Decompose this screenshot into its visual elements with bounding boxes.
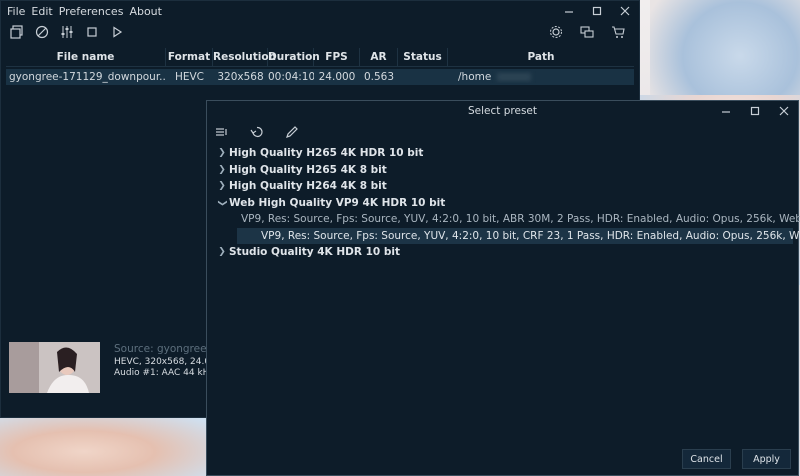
chat-button[interactable] [577,23,597,41]
file-table: File name Format Resolution Duration FPS… [6,47,634,85]
dialog-close-button[interactable] [776,103,792,119]
preset-item[interactable]: VP9, Res: Source, Fps: Source, YUV, 4:2:… [215,211,800,228]
minimize-icon [722,111,730,113]
menu-edit[interactable]: Edit [31,5,52,18]
group-label: Web High Quality VP9 4K HDR 10 bit [229,196,446,209]
source-label: Source: gyongree-17 [114,343,209,355]
thumbnail-image [9,342,100,393]
media-info-panel: Source: gyongree-17 HEVC, 320x568, 24.00… [114,343,209,378]
table-header: File name Format Resolution Duration FPS… [6,47,634,67]
video-thumbnail [9,342,100,393]
main-toolbar [1,21,639,43]
tree-group[interactable]: ❯ Web High Quality VP9 4K HDR 10 bit [215,195,793,212]
minimize-icon [565,11,573,13]
settings-button[interactable] [546,23,566,41]
path-cell: /home [448,71,634,83]
edit-preset-button[interactable] [282,123,302,141]
main-toolbar-right [546,21,633,43]
dialog-footer: Cancel Apply [682,449,791,469]
preset-item-label: VP9, Res: Source, Fps: Source, YUV, 4:2:… [261,229,800,242]
chevron-down-icon[interactable]: ❯ [217,196,227,210]
column-header[interactable]: Format [166,47,213,67]
menubar: File Edit Preferences About [1,1,639,21]
column-header[interactable]: FPS [314,47,360,67]
column-header[interactable]: Status [398,47,448,67]
duration-cell: 00:04:10 [268,71,314,83]
maximize-icon [592,6,602,16]
settings-sliders-button[interactable] [57,23,77,41]
chevron-right-icon[interactable]: ❯ [215,181,229,191]
tree-group[interactable]: ❯ Studio Quality 4K HDR 10 bit [215,244,793,261]
undo-icon [250,126,263,138]
select-preset-dialog: Select preset ❯ High Quality H265 4K HDR… [206,100,800,476]
menu-about[interactable]: About [129,5,162,18]
cart-button[interactable] [608,23,628,41]
dialog-window-controls [718,103,792,119]
preset-item-label: VP9, Res: Source, Fps: Source, YUV, 4:2:… [241,213,800,226]
preset-tree: ❯ High Quality H265 4K HDR 10 bit ❯ High… [215,145,800,261]
file-name-text: gyongree-171129_downpour.... [9,71,166,83]
minimize-button[interactable] [561,3,577,19]
clear-button[interactable] [32,23,52,41]
dialog-titlebar: Select preset [207,101,798,121]
group-label: High Quality H265 4K 8 bit [229,163,387,176]
maximize-button[interactable] [589,3,605,19]
gear-icon [550,26,562,38]
audio-info: Audio #1: AAC 44 kHz; [114,368,209,378]
fps-cell: 24.000 [318,71,356,83]
chat-icon [580,26,594,38]
group-label: Studio Quality 4K HDR 10 bit [229,246,400,259]
apply-button[interactable]: Apply [742,449,791,469]
chevron-right-icon[interactable]: ❯ [215,247,229,257]
dialog-maximize-button[interactable] [747,103,763,119]
group-label: High Quality H265 4K HDR 10 bit [229,147,424,160]
sliders-icon [61,26,73,38]
list-add-icon [216,128,227,136]
ban-icon [35,25,49,39]
pencil-icon [286,126,298,138]
column-header[interactable]: AR [360,47,398,67]
column-header[interactable]: File name [6,47,166,67]
stop-icon [87,27,97,37]
close-icon [620,6,630,16]
window-controls [561,3,633,19]
add-preset-button[interactable] [212,123,232,141]
chevron-right-icon[interactable]: ❯ [215,148,229,158]
start-button[interactable] [107,23,127,41]
dialog-toolbar [212,123,307,141]
column-header[interactable]: Path [448,48,634,67]
format-cell: HEVC [174,71,205,83]
file-name-cell: gyongree-171129_downpour.... [6,71,166,83]
tree-group[interactable]: ❯ High Quality H264 4K 8 bit [215,178,793,195]
redacted-path [496,73,531,81]
menu-file[interactable]: File [7,5,25,18]
wallpaper-photo-region [0,415,210,476]
resolution-cell: 320x568 [217,71,264,83]
add-files-button[interactable] [7,23,27,41]
group-label: High Quality H264 4K 8 bit [229,180,387,193]
dialog-minimize-button[interactable] [718,103,734,119]
play-icon [113,26,123,38]
close-button[interactable] [617,3,633,19]
dialog-title: Select preset [468,105,537,117]
chevron-right-icon[interactable]: ❯ [215,165,229,175]
column-header[interactable]: Resolution [213,47,276,67]
maximize-icon [750,106,760,116]
path-text: /home [458,71,492,83]
ar-cell: 0.563 [363,71,395,83]
add-files-icon [10,25,23,39]
cart-icon [612,26,625,38]
video-info: HEVC, 320x568, 24.000 fps [114,357,209,367]
preset-item-selected[interactable]: VP9, Res: Source, Fps: Source, YUV, 4:2:… [237,227,800,244]
menu-preferences[interactable]: Preferences [59,5,124,18]
column-header[interactable]: Duration [268,47,320,67]
table-row[interactable]: gyongree-171129_downpour.... HEVC 320x56… [6,69,634,85]
reset-preset-button[interactable] [247,123,267,141]
close-icon [779,106,789,116]
tree-group[interactable]: ❯ High Quality H265 4K HDR 10 bit [215,145,793,162]
cancel-button[interactable]: Cancel [682,449,731,469]
stop-button[interactable] [82,23,102,41]
tree-group[interactable]: ❯ High Quality H265 4K 8 bit [215,162,793,179]
